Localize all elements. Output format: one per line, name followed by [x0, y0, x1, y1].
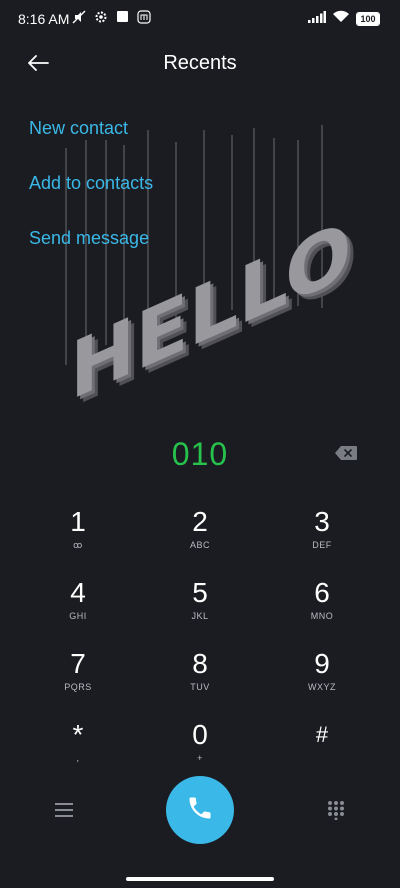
- key-digit: #: [315, 722, 329, 747]
- key-4[interactable]: 4 GHI: [33, 576, 123, 638]
- mute-icon: [72, 10, 86, 29]
- status-time: 8:16 AM: [18, 11, 70, 27]
- key-letters: TUV: [190, 682, 210, 692]
- page-title: Recents: [163, 52, 237, 74]
- key-letters: DEF: [312, 540, 332, 550]
- backspace-icon: [334, 445, 358, 466]
- key-2[interactable]: 2 ABC: [155, 505, 245, 567]
- key-letters: ,: [76, 753, 80, 763]
- key-9[interactable]: 9 WXYZ: [277, 647, 367, 709]
- status-right-icons: 100: [308, 10, 380, 28]
- key-digit: *: [72, 719, 84, 750]
- key-digit: 8: [192, 648, 208, 679]
- key-letters: JKL: [191, 611, 209, 621]
- hello-artwork: HELLO HELLO HELLO: [0, 100, 400, 424]
- key-letters: PQRS: [64, 682, 92, 692]
- key-3[interactable]: 3 DEF: [277, 505, 367, 567]
- dialpad-icon: [327, 800, 345, 825]
- status-left-icons: [72, 9, 151, 29]
- status-bar: 8:16 AM 100: [0, 0, 400, 40]
- square-icon: [116, 10, 129, 28]
- add-to-contacts-link[interactable]: Add to contacts: [29, 173, 153, 194]
- menu-icon: [55, 802, 73, 822]
- key-letters: ABC: [189, 540, 210, 550]
- key-8[interactable]: 8 TUV: [155, 647, 245, 709]
- mi-icon: [137, 9, 151, 29]
- battery-level: 100: [357, 13, 379, 25]
- key-letters: GHI: [69, 611, 87, 621]
- key-6[interactable]: 6 MNO: [277, 576, 367, 638]
- key-digit: 9: [314, 648, 330, 679]
- call-button[interactable]: [166, 776, 234, 844]
- menu-button[interactable]: [52, 800, 76, 824]
- key-digit: 4: [70, 577, 86, 608]
- home-indicator[interactable]: [126, 877, 274, 881]
- voicemail-icon: ꝏ: [73, 540, 83, 550]
- key-digit: 1: [70, 506, 86, 537]
- key-5[interactable]: 5 JKL: [155, 576, 245, 638]
- key-digit: 7: [70, 648, 86, 679]
- dialpad-button[interactable]: [324, 800, 348, 824]
- battery-icon: 100: [356, 12, 380, 26]
- key-digit: 2: [192, 506, 208, 537]
- key-digit: 6: [314, 577, 330, 608]
- send-message-link[interactable]: Send message: [29, 228, 149, 249]
- key-letters: +: [197, 753, 203, 763]
- phone-icon: [186, 794, 214, 827]
- bottom-bar: [0, 770, 400, 850]
- key-digit: 0: [192, 719, 208, 750]
- backspace-button[interactable]: [333, 445, 359, 466]
- key-1[interactable]: 1 ꝏ: [33, 505, 123, 567]
- key-7[interactable]: 7 PQRS: [33, 647, 123, 709]
- app-header: Recents: [0, 40, 400, 90]
- settings-icon: [94, 10, 108, 29]
- new-contact-link[interactable]: New contact: [29, 118, 128, 139]
- key-letters: MNO: [310, 611, 334, 621]
- signal-icon: [308, 10, 326, 28]
- key-letters: WXYZ: [308, 682, 336, 692]
- key-digit: 3: [314, 506, 330, 537]
- wifi-icon: [332, 10, 350, 28]
- key-digit: 5: [192, 577, 208, 608]
